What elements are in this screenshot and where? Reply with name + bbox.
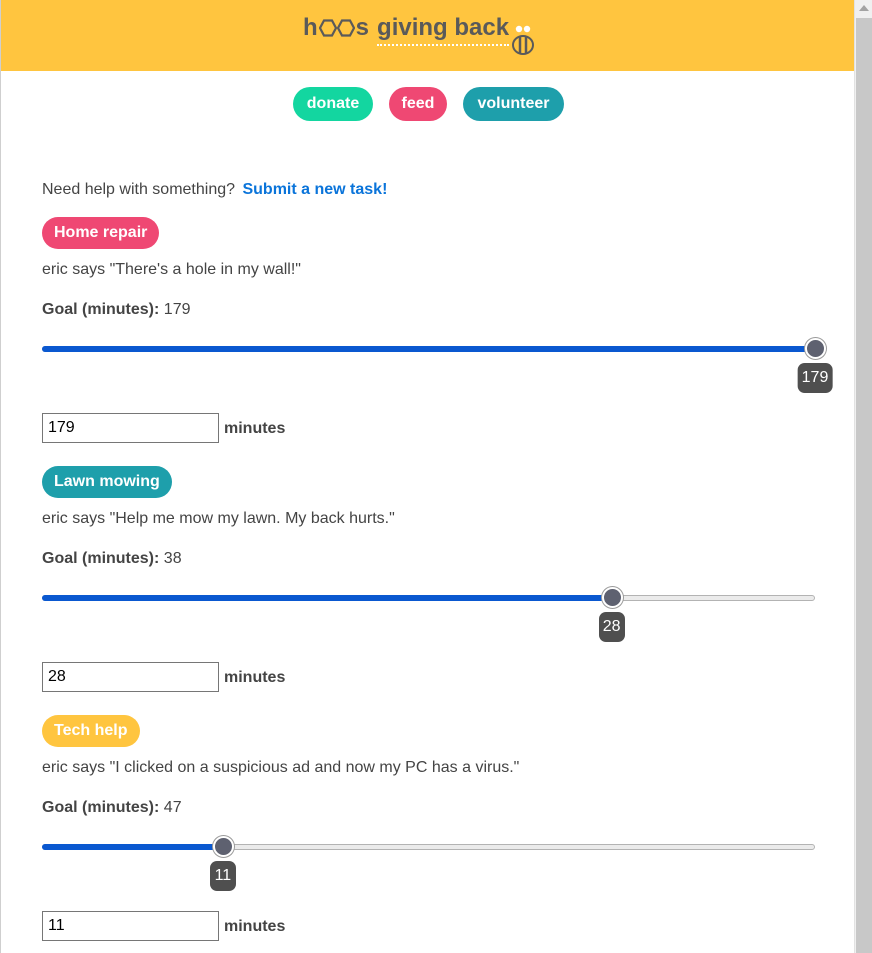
minutes-unit-label: minutes xyxy=(224,918,286,935)
minutes-slider-fill xyxy=(42,346,817,352)
slider-value-bubble: 179 xyxy=(797,363,833,393)
task-description: eric says "There's a hole in my wall!" xyxy=(42,261,301,278)
goal-value: 38 xyxy=(163,550,182,567)
task-category-tag[interactable]: Lawn mowing xyxy=(42,466,172,498)
page-viewport: h s giving back donate feed volunteer Ne… xyxy=(0,0,854,953)
goal-label: Goal (minutes): xyxy=(42,550,160,567)
logo-letter-s: s xyxy=(355,14,370,41)
logo-letter-h: h xyxy=(303,14,318,41)
task-description: eric says "I clicked on a suspicious ad … xyxy=(42,759,520,776)
site-logo[interactable]: h s giving back xyxy=(303,14,535,58)
minutes-slider-handle[interactable] xyxy=(212,836,234,857)
task-goal: Goal (minutes): 47 xyxy=(42,799,182,817)
slider-value-bubble: 11 xyxy=(209,861,236,891)
minutes-unit-label: minutes xyxy=(224,669,286,686)
minutes-slider-track[interactable] xyxy=(42,844,815,850)
goal-value: 179 xyxy=(163,301,191,318)
nav-feed-button[interactable]: feed xyxy=(389,87,447,121)
goal-label: Goal (minutes): xyxy=(42,301,160,318)
vertical-scrollbar[interactable] xyxy=(854,0,872,953)
minutes-slider-fill xyxy=(42,595,614,601)
scrollbar-thumb[interactable] xyxy=(856,18,872,953)
goal-value: 47 xyxy=(163,799,182,816)
logo-giving-back: giving back xyxy=(377,14,510,46)
minutes-unit-label: minutes xyxy=(224,420,286,437)
minutes-slider-handle[interactable] xyxy=(601,587,623,608)
minutes-input[interactable] xyxy=(42,911,219,941)
minutes-slider-track[interactable] xyxy=(42,346,817,352)
task-category-tag[interactable]: Tech help xyxy=(42,715,140,747)
scroll-up-arrow-icon[interactable] xyxy=(855,0,872,17)
intro-prompt: Need help with something? xyxy=(42,181,236,198)
task-goal: Goal (minutes): 179 xyxy=(42,301,191,319)
minutes-slider-handle[interactable] xyxy=(805,338,826,359)
bee-icon xyxy=(511,24,535,65)
minutes-slider-fill xyxy=(42,844,225,850)
goal-label: Goal (minutes): xyxy=(42,799,160,816)
site-header: h s giving back xyxy=(1,0,854,71)
task-goal: Goal (minutes): 38 xyxy=(42,550,182,568)
minutes-slider-track[interactable] xyxy=(42,595,815,601)
task-description: eric says "Help me mow my lawn. My back … xyxy=(42,510,395,527)
minutes-input[interactable] xyxy=(42,413,219,443)
task-category-tag[interactable]: Home repair xyxy=(42,217,160,249)
task-card: Lawn mowing eric says "Help me mow my la… xyxy=(42,466,832,706)
minutes-input[interactable] xyxy=(42,662,219,692)
intro-text: Need help with something? Submit a new t… xyxy=(42,181,387,199)
task-card: Tech help eric says "I clicked on a susp… xyxy=(42,715,832,953)
slider-value-bubble: 28 xyxy=(598,612,625,642)
hexagon-icon xyxy=(318,19,355,37)
task-card: Home repair eric says "There's a hole in… xyxy=(42,217,833,457)
submit-task-link[interactable]: Submit a new task! xyxy=(242,181,387,198)
nav-donate-button[interactable]: donate xyxy=(293,87,373,121)
nav-volunteer-button[interactable]: volunteer xyxy=(463,87,564,121)
